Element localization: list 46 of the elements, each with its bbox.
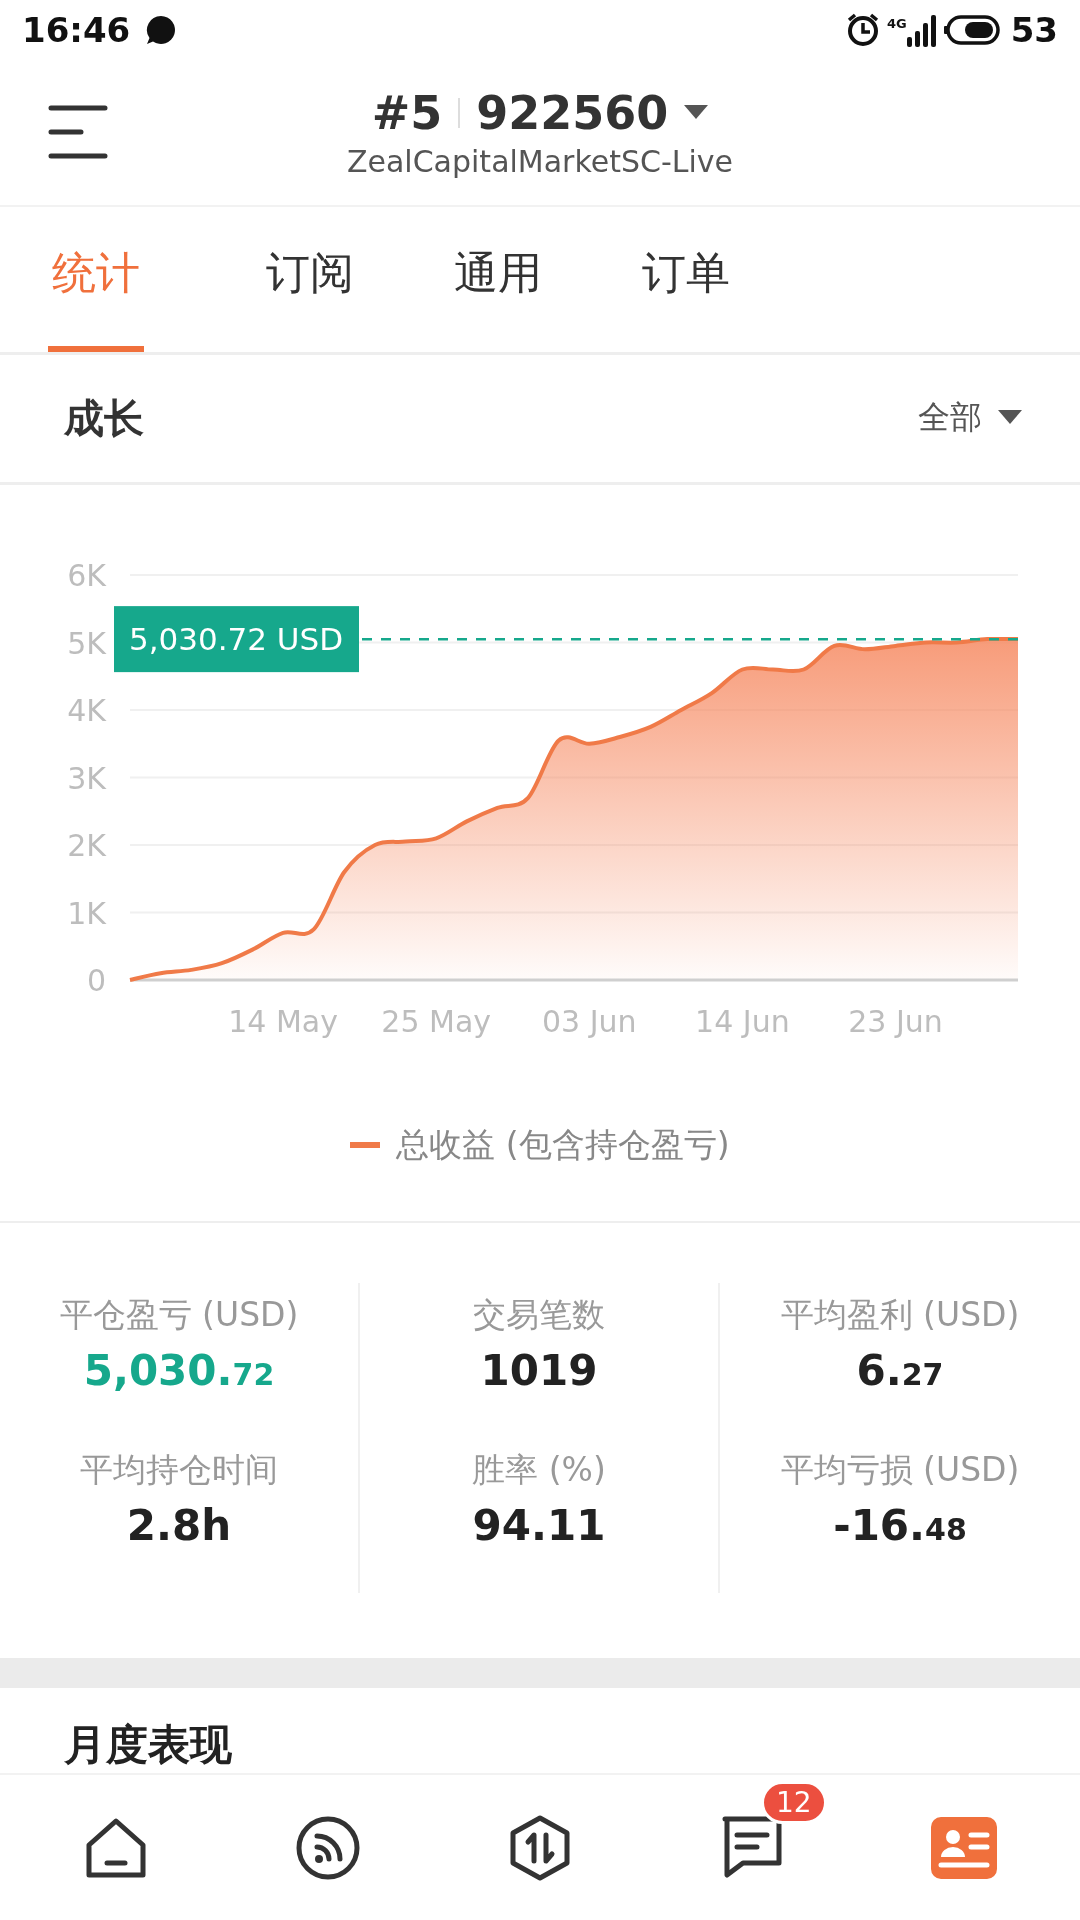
y-axis-label: 1K (67, 895, 106, 931)
battery-level: 53 (1010, 10, 1058, 50)
stat-label: 交易笔数 (473, 1294, 605, 1337)
signal-icon (906, 13, 937, 47)
tab[interactable]: 订单 (612, 206, 760, 352)
feed-icon[interactable] (295, 1814, 361, 1881)
x-axis-label: 25 May (381, 1003, 492, 1039)
server-name: ZealCapitalMarketSC-Live (346, 143, 734, 179)
stat-value: -16.48 (833, 1501, 967, 1551)
stat-value: 94.11 (472, 1501, 606, 1551)
section-title: 月度表现 (64, 1719, 232, 1772)
battery-icon (942, 15, 1001, 45)
clock-time: 16:46 (22, 10, 131, 50)
stat-label: 胜率 (%) (472, 1449, 606, 1492)
y-axis-label: 2K (67, 827, 106, 863)
x-axis-label: 14 Jun (695, 1003, 790, 1039)
account-number[interactable]: 922560 (476, 85, 669, 140)
stat-label: 平均盈利 (USD) (780, 1294, 1020, 1337)
menu-icon[interactable] (48, 103, 108, 160)
range-dropdown[interactable]: 全部 (912, 395, 1028, 442)
x-axis-label: 14 May (228, 1003, 338, 1039)
legend-label: 总收益 (包含持仓盈亏) (396, 1123, 730, 1166)
stat-label: 平仓盈亏 (USD) (59, 1294, 299, 1337)
y-axis-label: 0 (86, 962, 106, 998)
stat-value: 2.8h (126, 1501, 232, 1551)
stat-label: 平均亏损 (USD) (780, 1449, 1020, 1492)
y-axis-label: 3K (67, 760, 106, 796)
tab[interactable]: 通用 (424, 206, 572, 352)
y-axis-label: 5K (67, 625, 106, 661)
dropdown-caret-icon[interactable] (684, 104, 709, 121)
y-axis-label: 4K (67, 692, 106, 728)
network-label: 4G (886, 16, 907, 31)
stat-value: 6.27 (856, 1346, 944, 1396)
stat-value: 5,030.72 (83, 1346, 275, 1396)
section-title: 成长 (64, 393, 144, 443)
stat-value: 1019 (480, 1346, 598, 1396)
tab[interactable]: 订阅 (236, 206, 384, 352)
y-axis-label: 6K (67, 557, 106, 593)
annotation: 5,030.72 USD (128, 620, 344, 657)
account-index: #5 (371, 85, 443, 140)
legend-swatch (350, 1142, 381, 1149)
stat-label: 平均持仓时间 (80, 1449, 278, 1492)
value-tag: 5,030.72 USD (114, 605, 359, 672)
x-axis-label: 23 Jun (848, 1003, 943, 1039)
x-axis-label: 03 Jun (542, 1003, 637, 1039)
profile-card-icon[interactable] (931, 1816, 997, 1879)
